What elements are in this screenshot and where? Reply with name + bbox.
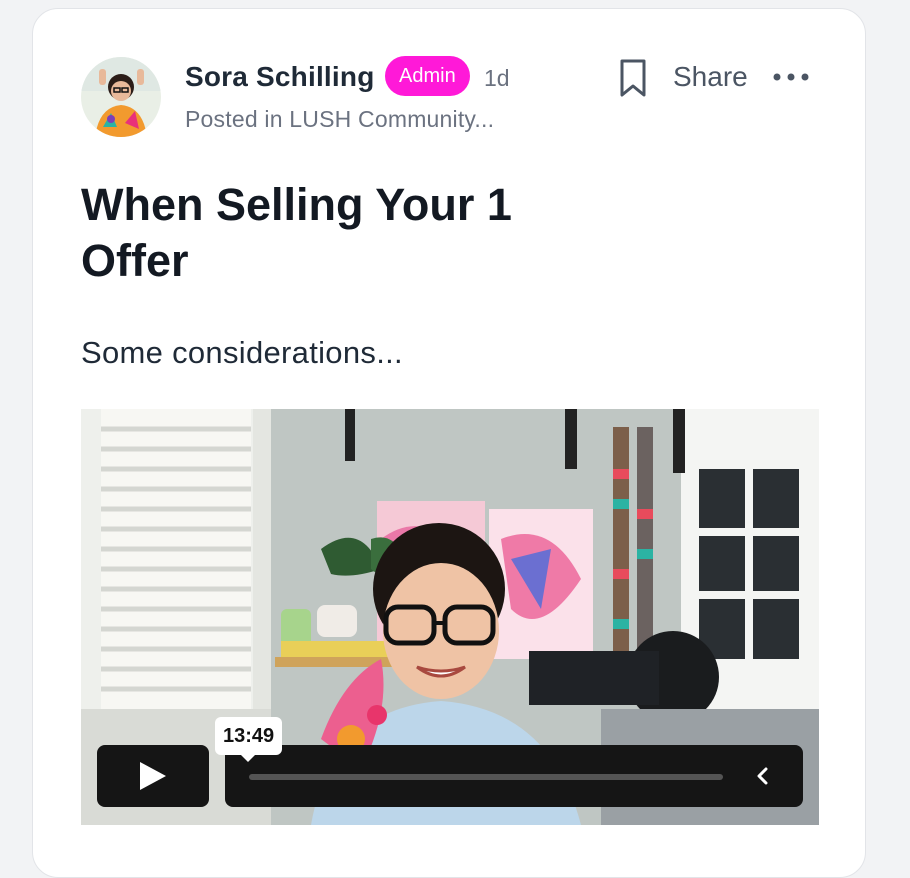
post-body: Some considerations... <box>81 335 403 370</box>
video-control-bar <box>225 745 803 807</box>
video-player[interactable]: 13:49 <box>81 409 819 825</box>
progress-track[interactable] <box>249 774 723 780</box>
ellipsis-icon[interactable] <box>771 65 813 89</box>
avatar[interactable] <box>81 57 161 137</box>
video-duration-tooltip: 13:49 <box>215 717 283 762</box>
post-timestamp: 1d <box>484 65 510 91</box>
play-button[interactable] <box>97 745 209 807</box>
bookmark-icon[interactable] <box>615 57 651 99</box>
posted-in-space[interactable]: Posted in LUSH Community... <box>185 106 494 133</box>
author-name[interactable]: Sora Schilling <box>185 61 375 93</box>
share-button[interactable]: Share <box>673 61 748 93</box>
chevron-left-icon[interactable] <box>751 764 775 788</box>
post-card: Sora Schilling Admin 1d Posted in LUSH C… <box>32 8 866 878</box>
post-title: When Selling Your 1 Offer <box>81 179 512 286</box>
admin-badge: Admin <box>385 56 470 96</box>
play-icon <box>140 762 166 790</box>
